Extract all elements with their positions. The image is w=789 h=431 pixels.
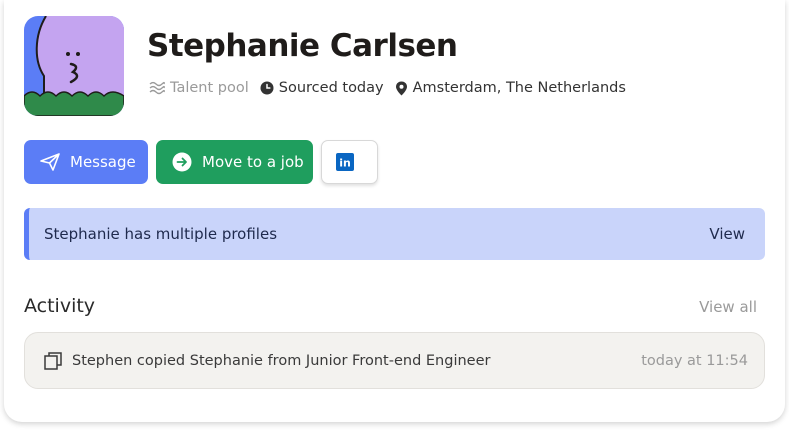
linkedin-button[interactable]: in bbox=[321, 140, 378, 184]
banner-text: Stephanie has multiple profiles bbox=[44, 225, 278, 243]
candidate-card: Stephanie Carlsen Talent pool Sourced to… bbox=[4, 0, 785, 422]
location-label: Amsterdam, The Netherlands bbox=[412, 80, 626, 96]
talent-pool-label: Talent pool bbox=[170, 80, 249, 96]
activity-heading: Activity bbox=[24, 295, 96, 317]
avatar bbox=[24, 16, 124, 116]
activity-item-content: Stephen copied Stephanie from Junior Fro… bbox=[44, 351, 491, 370]
view-all-link[interactable]: View all bbox=[699, 298, 757, 316]
multiple-profiles-banner: Stephanie has multiple profiles View bbox=[24, 208, 765, 260]
clock-icon bbox=[260, 81, 274, 95]
sourced-info: Sourced today bbox=[260, 80, 384, 96]
message-button[interactable]: Message bbox=[24, 140, 148, 184]
activity-item[interactable]: Stephen copied Stephanie from Junior Fro… bbox=[24, 332, 765, 389]
message-button-label: Message bbox=[70, 153, 136, 171]
avatar-illustration bbox=[24, 16, 124, 116]
linkedin-icon-text: in bbox=[339, 157, 351, 170]
move-to-job-label: Move to a job bbox=[202, 153, 304, 171]
activity-item-time: today at 11:54 bbox=[641, 352, 748, 369]
talent-pool: Talent pool bbox=[149, 80, 249, 96]
candidate-name: Stephanie Carlsen bbox=[147, 28, 458, 64]
location-info: Amsterdam, The Netherlands bbox=[395, 80, 626, 96]
sourced-label: Sourced today bbox=[278, 80, 384, 96]
action-bar: Message Move to a job in bbox=[24, 140, 378, 184]
arrow-circle-icon bbox=[172, 152, 192, 172]
wave-icon bbox=[149, 81, 165, 95]
copy-icon bbox=[44, 351, 62, 370]
move-to-job-button[interactable]: Move to a job bbox=[156, 140, 313, 184]
location-pin-icon bbox=[395, 81, 407, 95]
send-icon bbox=[40, 153, 60, 171]
linkedin-icon: in bbox=[335, 153, 354, 171]
activity-item-text: Stephen copied Stephanie from Junior Fro… bbox=[72, 352, 491, 369]
candidate-meta: Talent pool Sourced today Amsterdam, The… bbox=[149, 78, 637, 98]
banner-view-link[interactable]: View bbox=[709, 225, 745, 243]
